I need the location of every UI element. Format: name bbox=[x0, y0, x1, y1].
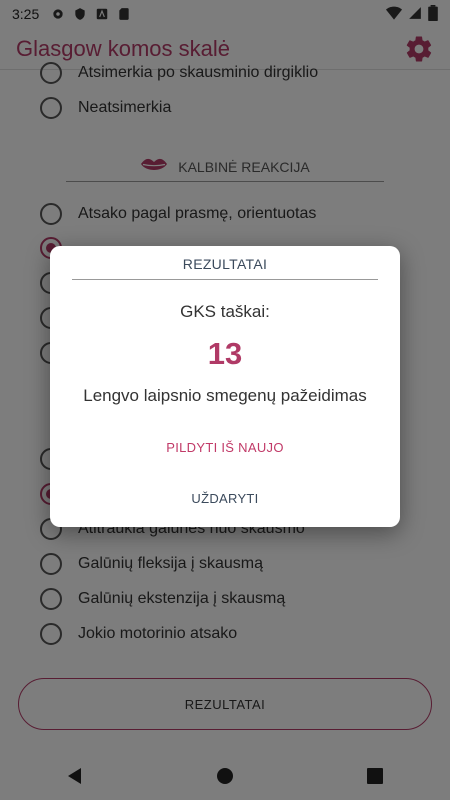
close-button[interactable]: UŽDARYTI bbox=[125, 484, 325, 512]
dialog-title: REZULTATAI bbox=[72, 256, 378, 280]
results-dialog: REZULTATAI GKS taškai: 13 Lengvo laipsni… bbox=[50, 246, 400, 527]
retry-button[interactable]: PILDYTI IŠ NAUJO bbox=[125, 433, 325, 461]
severity-text: Lengvo laipsnio smegenų pažeidimas bbox=[83, 386, 367, 405]
app-screen: 3:25 Glasgow komos skalė bbox=[0, 0, 450, 800]
score-value: 13 bbox=[207, 336, 243, 371]
score-label: GKS taškai: bbox=[180, 302, 270, 321]
